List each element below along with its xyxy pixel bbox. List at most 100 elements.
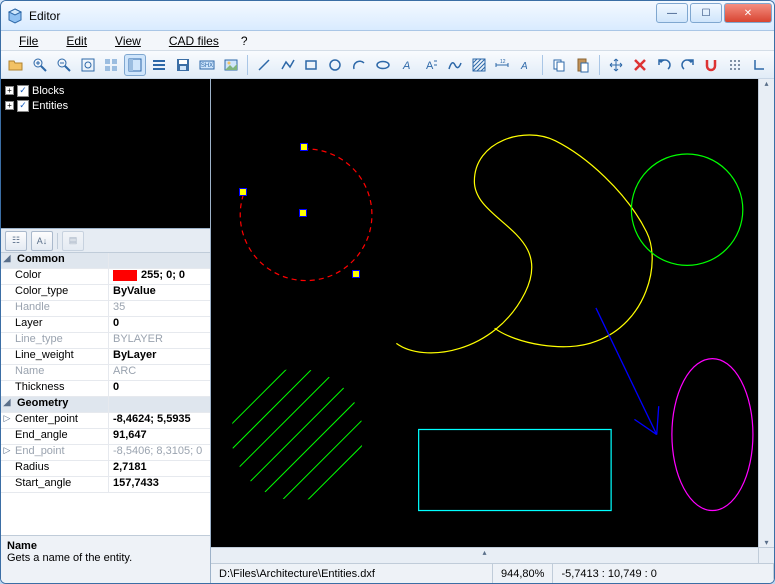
dimension-button[interactable]: 12 bbox=[492, 54, 514, 76]
open-button[interactable] bbox=[5, 54, 27, 76]
checkbox-icon[interactable]: ✓ bbox=[17, 100, 29, 112]
prop-line-type[interactable]: Line_typeBYLAYER bbox=[1, 333, 210, 349]
grip-handle[interactable] bbox=[299, 209, 307, 217]
zoom-out-button[interactable] bbox=[53, 54, 75, 76]
menubar: File Edit View CAD files ? bbox=[1, 31, 774, 51]
snap-button[interactable] bbox=[701, 54, 723, 76]
panel-button[interactable] bbox=[124, 54, 146, 76]
redo-button[interactable] bbox=[677, 54, 699, 76]
grid-icon bbox=[103, 57, 119, 73]
ortho-button[interactable] bbox=[748, 54, 770, 76]
circle-tool-icon bbox=[327, 57, 343, 73]
leader-button[interactable]: A bbox=[515, 54, 537, 76]
tree-item-entities[interactable]: + ✓ Entities bbox=[5, 98, 206, 113]
spline-icon bbox=[447, 57, 463, 73]
menu-edit[interactable]: Edit bbox=[54, 33, 99, 49]
redo-icon bbox=[680, 57, 696, 73]
prop-thickness[interactable]: Thickness0 bbox=[1, 381, 210, 397]
menu-help[interactable]: ? bbox=[235, 33, 254, 49]
alphabetize-button[interactable]: A↓ bbox=[31, 231, 53, 251]
copy-button[interactable] bbox=[548, 54, 570, 76]
svg-text:A: A bbox=[402, 60, 410, 72]
prop-radius[interactable]: Radius2,7181 bbox=[1, 461, 210, 477]
category-common[interactable]: ◢Common bbox=[1, 253, 210, 269]
grip-handle[interactable] bbox=[300, 143, 308, 151]
minimize-button[interactable]: — bbox=[656, 3, 688, 23]
entity-tree[interactable]: + ✓ Blocks + ✓ Entities bbox=[1, 79, 210, 229]
grip-handle[interactable] bbox=[239, 188, 247, 196]
grid-button[interactable] bbox=[101, 54, 123, 76]
line-button[interactable] bbox=[253, 54, 275, 76]
zoom-fit-button[interactable] bbox=[77, 54, 99, 76]
shx-button[interactable]: SHX bbox=[196, 54, 218, 76]
paste-button[interactable] bbox=[572, 54, 594, 76]
rect-button[interactable] bbox=[301, 54, 323, 76]
dimension-icon: 12 bbox=[494, 57, 510, 73]
menu-cad[interactable]: CAD files bbox=[157, 33, 231, 49]
delete-icon bbox=[632, 57, 648, 73]
window-title: Editor bbox=[29, 9, 656, 23]
zoom-in-icon bbox=[32, 57, 48, 73]
horizontal-scrollbar[interactable] bbox=[211, 547, 758, 563]
save-button[interactable] bbox=[172, 54, 194, 76]
save-icon bbox=[175, 57, 191, 73]
text-button[interactable]: A bbox=[396, 54, 418, 76]
expand-icon[interactable]: + bbox=[5, 86, 14, 95]
ellipse-button[interactable] bbox=[372, 54, 394, 76]
categorize-button[interactable]: ☷ bbox=[5, 231, 27, 251]
category-geometry[interactable]: ◢Geometry bbox=[1, 397, 210, 413]
prop-line-weight[interactable]: Line_weightByLayer bbox=[1, 349, 210, 365]
property-grid[interactable]: ◢Common Color255; 0; 0 Color_typeByValue… bbox=[1, 253, 210, 535]
prop-start-angle[interactable]: Start_angle157,7433 bbox=[1, 477, 210, 493]
drawing-canvas[interactable] bbox=[211, 79, 758, 547]
tree-item-blocks[interactable]: + ✓ Blocks bbox=[5, 83, 206, 98]
maximize-button[interactable]: ☐ bbox=[690, 3, 722, 23]
menu-view[interactable]: View bbox=[103, 33, 153, 49]
status-filepath: D:\Files\Architecture\Entities.dxf bbox=[211, 564, 493, 583]
svg-text:A: A bbox=[520, 61, 528, 72]
prop-color-type[interactable]: Color_typeByValue bbox=[1, 285, 210, 301]
prop-handle[interactable]: Handle35 bbox=[1, 301, 210, 317]
polyline-button[interactable] bbox=[277, 54, 299, 76]
checkbox-icon[interactable]: ✓ bbox=[17, 85, 29, 97]
arc-tool-icon bbox=[351, 57, 367, 73]
expand-icon[interactable]: + bbox=[5, 101, 14, 110]
prop-name[interactable]: NameARC bbox=[1, 365, 210, 381]
panel-icon bbox=[127, 57, 143, 73]
titlebar[interactable]: Editor — ☐ ✕ bbox=[1, 1, 774, 31]
dots-icon bbox=[727, 57, 743, 73]
zoom-out-icon bbox=[56, 57, 72, 73]
vertical-scrollbar[interactable] bbox=[758, 79, 774, 547]
undo-icon bbox=[656, 57, 672, 73]
circle-button[interactable] bbox=[324, 54, 346, 76]
arc-button[interactable] bbox=[348, 54, 370, 76]
delete-button[interactable] bbox=[629, 54, 651, 76]
svg-text:12: 12 bbox=[500, 59, 506, 65]
spline-button[interactable] bbox=[444, 54, 466, 76]
close-button[interactable]: ✕ bbox=[724, 3, 772, 23]
undo-button[interactable] bbox=[653, 54, 675, 76]
prop-end-point[interactable]: ▷End_point-8,5406; 8,3105; 0 bbox=[1, 445, 210, 461]
rect-tool-icon bbox=[303, 57, 319, 73]
move-button[interactable] bbox=[605, 54, 627, 76]
zoom-in-button[interactable] bbox=[29, 54, 51, 76]
prop-layer[interactable]: Layer0 bbox=[1, 317, 210, 333]
status-coords: -5,7413 : 10,749 : 0 bbox=[553, 564, 774, 583]
prop-center-point[interactable]: ▷Center_point-8,4624; 5,5935 bbox=[1, 413, 210, 429]
mtext-button[interactable]: A bbox=[420, 54, 442, 76]
property-pages-button[interactable]: ▤ bbox=[62, 231, 84, 251]
dots-button[interactable] bbox=[724, 54, 746, 76]
prop-color[interactable]: Color255; 0; 0 bbox=[1, 269, 210, 285]
grip-handle[interactable] bbox=[352, 270, 360, 278]
hatch-button[interactable] bbox=[468, 54, 490, 76]
tree-label: Entities bbox=[32, 100, 68, 112]
layers-button[interactable] bbox=[148, 54, 170, 76]
statusbar: D:\Files\Architecture\Entities.dxf 944,8… bbox=[211, 563, 774, 583]
prop-end-angle[interactable]: End_angle91,647 bbox=[1, 429, 210, 445]
open-icon bbox=[8, 57, 24, 73]
svg-text:A: A bbox=[426, 60, 434, 72]
image-button[interactable] bbox=[220, 54, 242, 76]
menu-file[interactable]: File bbox=[7, 33, 50, 49]
left-panel: + ✓ Blocks + ✓ Entities ☷ A↓ ▤ ◢Common C… bbox=[1, 79, 211, 583]
description-text: Gets a name of the entity. bbox=[7, 552, 204, 564]
